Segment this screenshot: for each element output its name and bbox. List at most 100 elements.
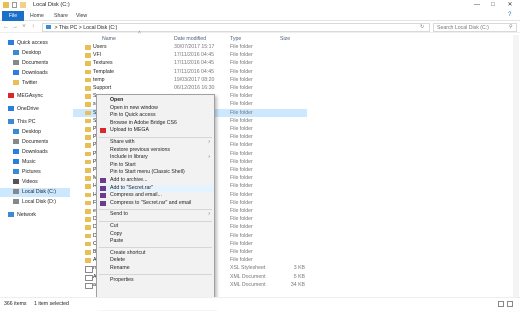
folder-icon: [85, 86, 91, 91]
close-button[interactable]: ✕: [503, 0, 517, 11]
menu-item[interactable]: Compress to "Secret.rar" and email: [97, 200, 214, 207]
menu-item[interactable]: Copy: [97, 231, 214, 238]
nav-item[interactable]: Quick access: [0, 39, 70, 48]
back-arrow-icon[interactable]: ←: [2, 23, 10, 32]
minimize-button[interactable]: —: [470, 0, 484, 11]
menu-item-label: Pin to Quick access: [110, 112, 156, 119]
nav-item-label: Quick access: [17, 40, 48, 46]
nav-item[interactable]: Downloads: [0, 69, 70, 78]
menu-item[interactable]: Rename: [97, 265, 214, 272]
menu-item[interactable]: Open: [97, 97, 214, 104]
folder-icon: [85, 225, 91, 230]
table-row[interactable]: Textures 17/11/2016 04:45 File folder: [73, 59, 307, 67]
tab-share[interactable]: Share: [54, 11, 68, 21]
menu-item[interactable]: Include in library ›: [97, 154, 214, 161]
cell-type: File folder: [230, 44, 253, 50]
window-title: Local Disk (C:): [33, 2, 70, 8]
cell-name: VFI: [93, 52, 102, 59]
nav-item[interactable]: Network: [0, 211, 70, 220]
nav-item[interactable]: Local Disk (D:): [0, 198, 70, 207]
menu-item[interactable]: Delete: [97, 257, 214, 264]
column-header-size[interactable]: Size: [280, 35, 290, 43]
cell-type: File folder: [230, 117, 253, 124]
vertical-scrollbar[interactable]: [513, 35, 519, 297]
nav-item[interactable]: Twitter: [0, 79, 70, 88]
nav-item[interactable]: Downloads: [0, 148, 70, 157]
refresh-icon[interactable]: ↻: [420, 24, 424, 30]
menu-item[interactable]: Add to "Secret.rar": [97, 184, 214, 192]
desktop-icon: [13, 129, 19, 135]
cell-type: File folder: [230, 150, 253, 157]
search-input[interactable]: Search Local Disk (C:): [433, 23, 517, 32]
forward-arrow-icon[interactable]: →: [11, 23, 19, 32]
maximize-button[interactable]: □: [486, 0, 500, 11]
nav-item[interactable]: OneDrive: [0, 105, 70, 114]
menu-item[interactable]: Share with ›: [97, 139, 214, 146]
menu-item[interactable]: Create shortcut: [97, 250, 214, 257]
folder-icon: [85, 151, 91, 157]
tab-file[interactable]: File: [2, 11, 24, 21]
nav-item[interactable]: MEGAsync: [0, 92, 70, 101]
menu-item[interactable]: Pin to Start menu (Classic Shell): [97, 169, 214, 176]
details-view-icon[interactable]: [498, 301, 504, 307]
address-input[interactable]: > This PC > Local Disk (C:): [42, 23, 430, 32]
cell-type: File folder: [230, 142, 253, 149]
large-icons-view-icon[interactable]: [507, 301, 513, 307]
menu-item[interactable]: Compress and email...: [97, 192, 214, 199]
breadcrumb-local-disk[interactable]: Local Disk (C:): [83, 25, 117, 31]
table-row[interactable]: temp 19/03/2017 08:20 File folder: [73, 76, 307, 84]
properties-icon[interactable]: [12, 2, 17, 8]
table-row[interactable]: Users 30/07/2017 15:17 File folder: [73, 43, 307, 51]
tab-view[interactable]: View: [76, 11, 87, 21]
new-folder-icon[interactable]: [20, 2, 26, 8]
menu-item[interactable]: Open in new window: [97, 105, 214, 112]
breadcrumb-this-pc[interactable]: This PC: [59, 25, 77, 31]
table-row[interactable]: VFI 17/11/2016 04:45 File folder: [73, 51, 307, 59]
nav-item[interactable]: Local Disk (C:): [0, 188, 70, 197]
nav-item[interactable]: Desktop: [0, 128, 70, 137]
menu-item-label: Add to archive...: [110, 177, 148, 183]
cell-type: File folder: [230, 232, 253, 239]
tab-home[interactable]: Home: [30, 11, 44, 21]
column-header-date[interactable]: Date modified: [174, 35, 206, 43]
nav-item[interactable]: Videos: [0, 178, 70, 187]
menu-item-label: Cut: [110, 223, 119, 229]
cell-type: File folder: [230, 249, 253, 255]
nav-item-label: Downloads: [22, 70, 48, 76]
menu-item[interactable]: Properties: [97, 277, 214, 284]
menu-item[interactable]: Browse in Adobe Bridge CS6: [97, 120, 214, 127]
nav-item-label: Network: [17, 212, 37, 218]
recent-chevron-icon[interactable]: ˅: [20, 23, 28, 32]
nav-item[interactable]: Documents: [0, 138, 70, 147]
nav-item[interactable]: Documents: [0, 59, 70, 68]
menu-item[interactable]: Pin to Quick access: [97, 112, 214, 119]
menu-item-label: Pin to Start: [110, 161, 136, 168]
nav-item-label: Pictures: [22, 169, 41, 175]
column-header-type[interactable]: Type: [230, 35, 241, 43]
nav-item[interactable]: Desktop: [0, 49, 70, 58]
menu-item-label: Browse in Adobe Bridge CS6: [110, 119, 177, 126]
submenu-arrow-icon: ›: [208, 154, 210, 161]
up-arrow-icon[interactable]: ↑: [29, 23, 37, 32]
column-header-name[interactable]: Name: [102, 35, 116, 43]
table-row[interactable]: Template 17/11/2016 04:45 File folder: [73, 68, 307, 76]
nav-item[interactable]: Music: [0, 158, 70, 167]
menu-item[interactable]: Add to archive...: [97, 177, 214, 184]
folder-icon: [85, 118, 91, 124]
menu-item[interactable]: Send to ›: [97, 211, 214, 218]
menu-item[interactable]: Restore previous versions: [97, 147, 214, 154]
nav-item-label: Twitter: [22, 80, 38, 86]
nav-item-label: Desktop: [22, 129, 42, 135]
nav-item[interactable]: Pictures: [0, 168, 70, 177]
menu-item[interactable]: Cut: [97, 223, 214, 230]
menu-item[interactable]: Upload to MEGA: [97, 127, 214, 134]
table-row[interactable]: Support 06/12/2016 16:30 File folder: [73, 84, 307, 92]
star-icon: [8, 40, 14, 46]
folder-icon: [3, 2, 9, 8]
folder-icon: [85, 143, 91, 148]
menu-item[interactable]: Paste: [97, 238, 214, 245]
menu-item[interactable]: Pin to Start: [97, 162, 214, 169]
cell-type: File folder: [230, 52, 253, 59]
help-icon[interactable]: ?: [508, 12, 511, 18]
nav-item[interactable]: This PC: [0, 118, 70, 127]
